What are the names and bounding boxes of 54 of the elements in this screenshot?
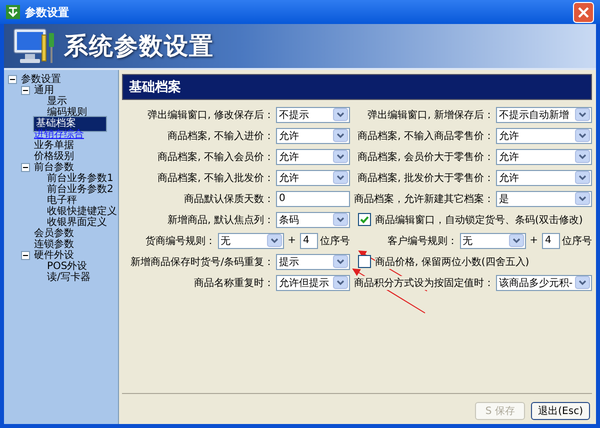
- dropdown[interactable]: 允许: [276, 170, 350, 186]
- close-icon[interactable]: [573, 2, 594, 22]
- checkbox-label: 商品编辑窗口，自动锁定货号、条码(双击修改): [375, 212, 583, 226]
- tree-item[interactable]: 前台业务参数2: [46, 184, 114, 195]
- tree-item[interactable]: 进销存综合: [33, 129, 85, 140]
- tree-item[interactable]: 通用: [33, 85, 55, 96]
- expander-icon[interactable]: [8, 75, 17, 84]
- window-title: 参数设置: [25, 4, 70, 20]
- plus-sign: +: [528, 235, 539, 246]
- dropdown[interactable]: 不提示: [276, 106, 350, 122]
- dropdown[interactable]: 允许: [496, 148, 592, 164]
- expander-icon[interactable]: [21, 163, 30, 172]
- tree-item[interactable]: 前台参数: [33, 162, 75, 173]
- dropdown[interactable]: 允许: [276, 148, 350, 164]
- input-field[interactable]: 0: [276, 190, 350, 206]
- plus-sign: +: [286, 235, 297, 246]
- banner-title: 系统参数设置: [64, 31, 214, 62]
- dropdown[interactable]: 允许但提示: [276, 274, 350, 290]
- dropdown[interactable]: 无: [218, 232, 284, 248]
- dropdown[interactable]: 条码: [276, 212, 350, 228]
- tree-item[interactable]: 价格级别: [33, 151, 75, 162]
- dropdown[interactable]: 该商品多少元积-: [496, 274, 592, 290]
- tree-item[interactable]: 编码规则: [46, 107, 88, 118]
- dropdown[interactable]: 无: [460, 232, 526, 248]
- dialog-button[interactable]: 退出(Esc): [531, 402, 590, 420]
- tree-item[interactable]: 硬件外设: [33, 250, 75, 261]
- tree-item[interactable]: 前台业务参数1: [46, 173, 114, 184]
- tree-item[interactable]: 连锁参数: [33, 239, 75, 250]
- tree-item[interactable]: 收银快捷键定义: [46, 206, 118, 217]
- tree-item[interactable]: 显示: [46, 96, 68, 107]
- field-suffix: 位序号: [320, 234, 350, 248]
- tree-item[interactable]: 业务单据: [33, 140, 75, 151]
- tree-item[interactable]: 收银界面定义: [46, 217, 108, 228]
- dropdown[interactable]: 是: [496, 190, 592, 206]
- expander-icon[interactable]: [21, 251, 30, 260]
- input-field[interactable]: 4: [300, 232, 318, 248]
- checkbox-label: 商品价格, 保留两位小数(四舍五入): [375, 254, 530, 268]
- expander-icon[interactable]: [21, 86, 30, 95]
- field-suffix: 位序号: [562, 234, 592, 248]
- dropdown[interactable]: 不提示自动新增: [496, 106, 592, 122]
- tree-item[interactable]: 电子秤: [46, 195, 78, 206]
- dropdown[interactable]: 提示: [276, 254, 350, 270]
- tree-item[interactable]: POS外设: [46, 261, 88, 272]
- dropdown[interactable]: 允许: [276, 128, 350, 144]
- checkbox[interactable]: [358, 213, 371, 226]
- dropdown[interactable]: 允许: [496, 128, 592, 144]
- tree-item[interactable]: 读/写卡器: [46, 272, 92, 283]
- app-icon: [6, 5, 20, 19]
- tree-item[interactable]: 会员参数: [33, 228, 75, 239]
- section-header: 基础档案: [122, 74, 592, 100]
- checkbox[interactable]: [358, 255, 371, 268]
- tree-item[interactable]: 参数设置: [20, 74, 62, 85]
- input-field[interactable]: 4: [542, 232, 560, 248]
- dropdown[interactable]: 允许: [496, 170, 592, 186]
